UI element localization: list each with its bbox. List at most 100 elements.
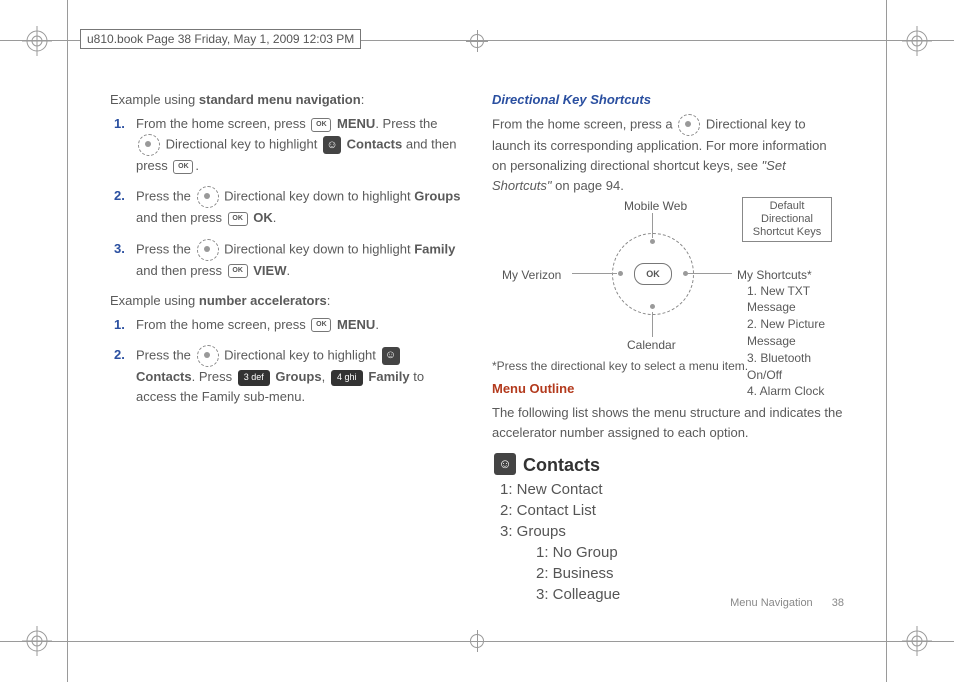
list-item: 3. Bluetooth On/Off [747, 350, 832, 384]
footer-page-number: 38 [832, 597, 844, 609]
text: Contacts [523, 455, 600, 475]
contacts-icon: ☺ [323, 136, 341, 154]
step-1: From the home screen, press OK MENU. [136, 315, 462, 335]
steps-list-1: From the home screen, press OK MENU. Pre… [110, 114, 462, 281]
registration-cross-icon [466, 630, 488, 652]
directional-key-icon [678, 114, 700, 136]
page-footer: Menu Navigation 38 [730, 595, 844, 612]
text: : [361, 92, 365, 107]
ok-key-icon: OK [173, 160, 193, 174]
example2-intro: Example using number accelerators: [110, 291, 462, 311]
list-item: 3: Groups [500, 521, 844, 542]
registration-mark-icon [902, 26, 932, 56]
list-item: 4. Alarm Clock [747, 383, 832, 400]
dot-icon [650, 239, 655, 244]
directional-key-icon [197, 345, 219, 367]
text: From the home screen, press a [492, 117, 676, 132]
crop-line [886, 0, 887, 682]
text: MENU [337, 317, 375, 332]
text: Example using [110, 293, 199, 308]
text: Contacts [347, 137, 403, 152]
dpad-icon: OK [612, 233, 694, 315]
example1-intro: Example using standard menu navigation: [110, 90, 462, 110]
text: . Press the [375, 116, 437, 131]
list-item: 2. New Picture Message [747, 316, 832, 350]
text: Directional key down to highlight [221, 189, 415, 204]
list-item: 2: Business [536, 563, 844, 584]
ok-button-icon: OK [634, 263, 672, 285]
text: standard menu navigation [199, 92, 361, 107]
text: Groups [275, 369, 321, 384]
list-item: 1. New TXT Message [747, 283, 832, 317]
text: Family [368, 369, 409, 384]
list-item: 2: Contact List [500, 500, 844, 521]
text: Press the [136, 241, 195, 256]
list-item: 1: No Group [536, 542, 844, 563]
ok-key-icon: OK [311, 118, 331, 132]
ok-key-icon: OK [311, 318, 331, 332]
contacts-heading: ☺ Contacts [492, 452, 844, 480]
label-right: My Shortcuts* [737, 266, 812, 285]
text: number accelerators [199, 293, 327, 308]
text: Groups [414, 189, 460, 204]
contacts-list: 1: New Contact 2: Contact List 3: Groups… [500, 479, 844, 605]
text: OK [253, 210, 273, 225]
text: Example using [110, 92, 199, 107]
connector-line [687, 273, 732, 274]
text: Press the [136, 189, 195, 204]
step-2: Press the Directional key down to highli… [136, 186, 462, 228]
keypad-3-icon: 3 def [238, 370, 270, 386]
text: Family [414, 241, 455, 256]
steps-list-2: From the home screen, press OK MENU. Pre… [110, 315, 462, 407]
heading-directional-shortcuts: Directional Key Shortcuts [492, 90, 844, 110]
connector-line [652, 213, 653, 238]
text: Directional key to highlight [221, 347, 380, 362]
ok-key-icon: OK [228, 264, 248, 278]
text: . [195, 158, 199, 173]
directional-key-icon [197, 239, 219, 261]
text: , [322, 369, 329, 384]
menu-outline-intro: The following list shows the menu struct… [492, 403, 844, 443]
connector-line [572, 273, 617, 274]
step-2: Press the Directional key to highlight ☺… [136, 345, 462, 407]
registration-mark-icon [902, 626, 932, 656]
contacts-icon: ☺ [494, 453, 516, 475]
text: Default Directional [761, 200, 813, 225]
registration-mark-icon [22, 626, 52, 656]
dot-icon [618, 271, 623, 276]
text: . Press [192, 369, 236, 384]
list-item: 1: New Contact [500, 479, 844, 500]
header-note: u810.book Page 38 Friday, May 1, 2009 12… [80, 29, 361, 49]
label-bottom: Calendar [627, 336, 676, 355]
step-1: From the home screen, press OK MENU. Pre… [136, 114, 462, 176]
footer-section: Menu Navigation [730, 597, 813, 609]
directional-diagram: OK Mobile Web Calendar My Verizon My Sho… [492, 203, 832, 353]
text: and then press [136, 210, 226, 225]
text: From the home screen, press [136, 116, 309, 131]
shortcuts-list: 1. New TXT Message 2. New Picture Messag… [747, 283, 832, 401]
directional-key-icon [197, 186, 219, 208]
left-column: Example using standard menu navigation: … [110, 90, 462, 612]
contacts-icon: ☺ [382, 347, 400, 365]
text: MENU [337, 116, 375, 131]
text: . [273, 210, 277, 225]
text: VIEW [253, 263, 286, 278]
right-column: Directional Key Shortcuts From the home … [492, 90, 844, 612]
default-keys-box: Default Directional Shortcut Keys [742, 197, 832, 243]
text: . [375, 317, 379, 332]
registration-cross-icon [466, 30, 488, 52]
text: Contacts [136, 369, 192, 384]
directional-key-icon [138, 134, 160, 156]
step-3: Press the Directional key down to highli… [136, 239, 462, 281]
directional-intro: From the home screen, press a Directiona… [492, 114, 844, 196]
text: : [327, 293, 331, 308]
text: Shortcut Keys [753, 226, 821, 238]
label-top: Mobile Web [624, 197, 687, 216]
text: Directional key to highlight [166, 137, 321, 152]
text: on page 94. [552, 178, 624, 193]
text: Directional key down to highlight [221, 241, 415, 256]
dot-icon [650, 304, 655, 309]
ok-key-icon: OK [228, 212, 248, 226]
text: and then press [136, 263, 226, 278]
label-left: My Verizon [502, 266, 561, 285]
